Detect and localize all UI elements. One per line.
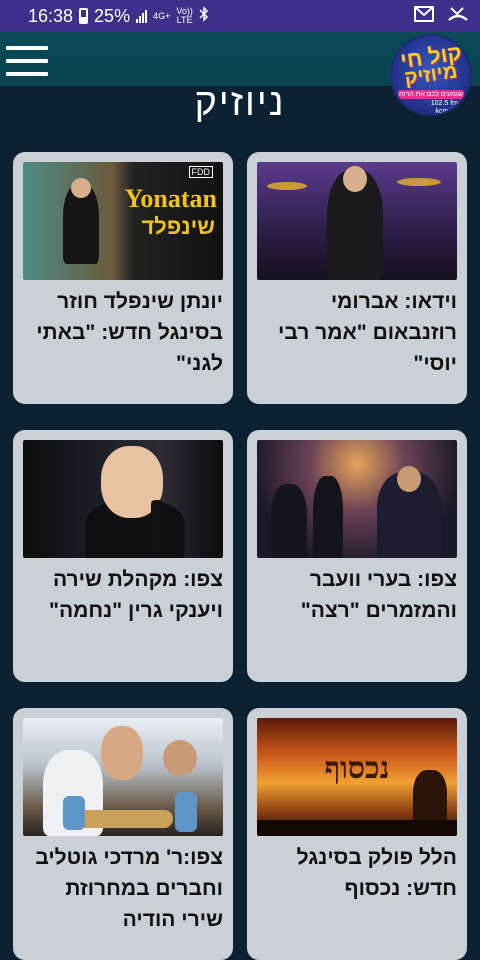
logo-frequency: 102.5 fm kcm.fm bbox=[430, 100, 458, 115]
station-logo[interactable]: קול חי מיוזיק שומעים לכם את הרוח 102.5 f… bbox=[390, 34, 472, 116]
article-thumbnail bbox=[23, 718, 223, 836]
article-title: צפו: מקהלת שירה ויענקי גרין "נחמה" bbox=[49, 568, 223, 622]
article-thumbnail bbox=[23, 440, 223, 558]
article-title: וידאו: אברומי רוזנבאום "אמר רבי יוסי" bbox=[278, 290, 457, 375]
article-card[interactable]: צפו:ר' מרדכי גוטליב וחברים במחרוזת שירי … bbox=[13, 708, 233, 960]
article-thumbnail: נכסוף bbox=[257, 718, 457, 836]
article-title: יונתן שינפלד חוזר בסינגל חדש: "באתי לגני… bbox=[36, 290, 223, 375]
article-title: צפו:ר' מרדכי גוטליב וחברים במחרוזת שירי … bbox=[35, 846, 223, 931]
articles-grid: וידאו: אברומי רוזנבאום "אמר רבי יוסי" FD… bbox=[0, 0, 480, 960]
article-thumbnail bbox=[257, 440, 457, 558]
album-artist-he: שינפלד bbox=[141, 214, 215, 239]
article-card[interactable]: FDD Yonatan שינפלד יונתן שינפלד חוזר בסי… bbox=[13, 152, 233, 404]
article-card[interactable]: נכסוף הלל פולק בסינגל חדש: נכסוף bbox=[247, 708, 467, 960]
article-title: הלל פולק בסינגל חדש: נכסוף bbox=[296, 846, 457, 900]
article-thumbnail bbox=[257, 162, 457, 280]
article-title: צפו: בערי וועבר והמזמרים "רצה" bbox=[300, 568, 457, 622]
album-artist-en: Yonatan bbox=[124, 184, 217, 213]
article-card[interactable]: צפו: בערי וועבר והמזמרים "רצה" bbox=[247, 430, 467, 682]
article-thumbnail: FDD Yonatan שינפלד bbox=[23, 162, 223, 280]
article-card[interactable]: צפו: מקהלת שירה ויענקי גרין "נחמה" bbox=[13, 430, 233, 682]
album-label: FDD bbox=[188, 166, 213, 178]
logo-tagline: שומעים לכם את הרוח bbox=[398, 90, 464, 99]
article-card[interactable]: וידאו: אברומי רוזנבאום "אמר רבי יוסי" bbox=[247, 152, 467, 404]
